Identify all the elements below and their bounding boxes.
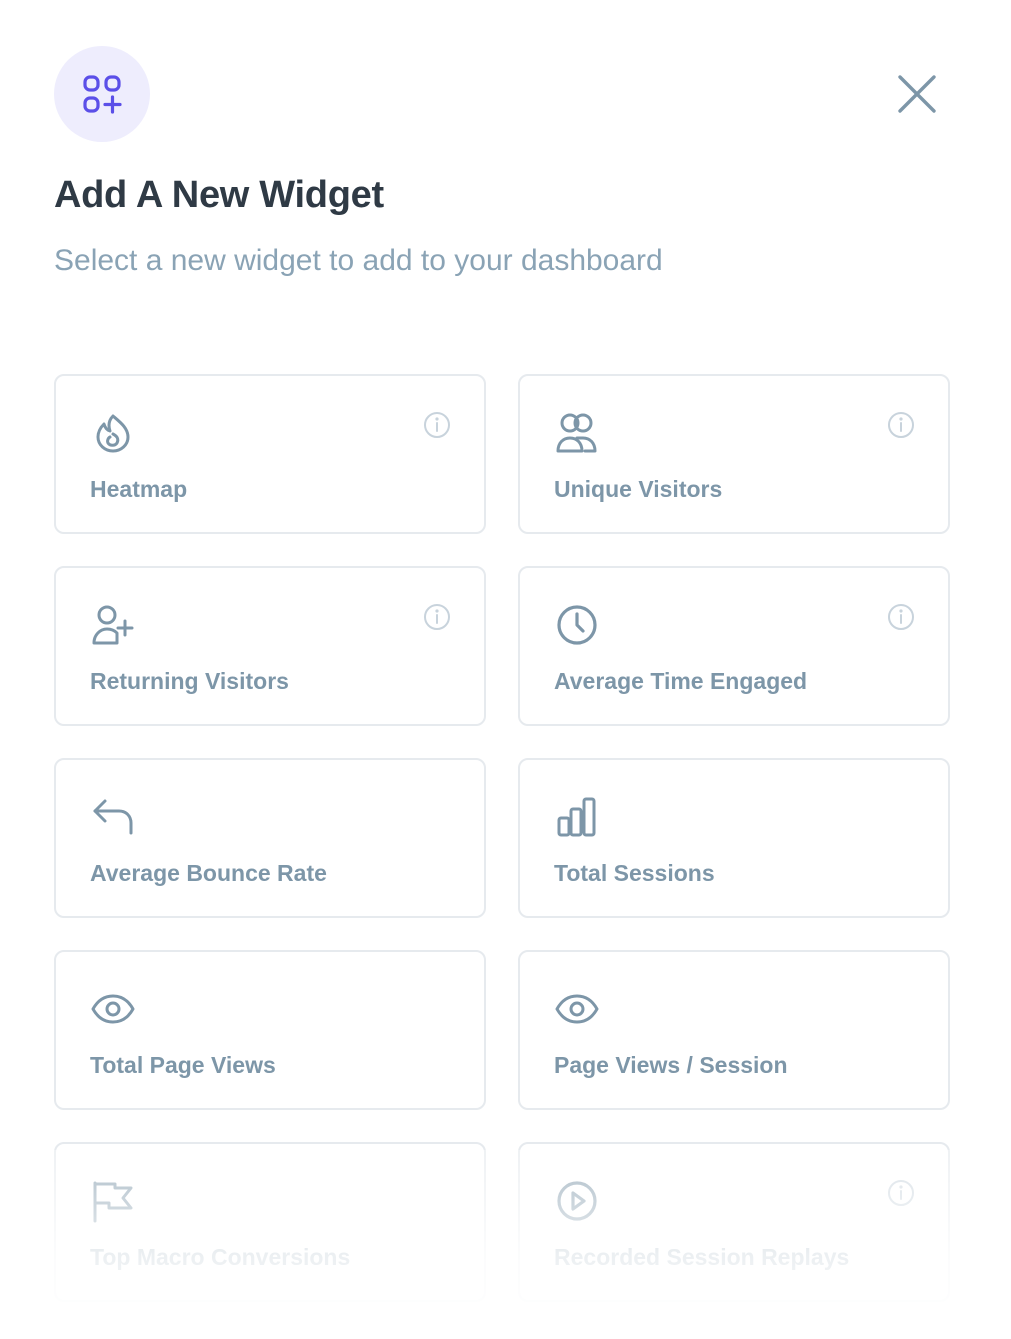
widget-label: Returning Visitors [90, 668, 289, 694]
widget-card-heatmap[interactable]: Heatmap [54, 374, 486, 534]
widget-card-page-views-per-session[interactable]: Page Views / Session [518, 950, 950, 1110]
eye-icon [552, 984, 602, 1034]
user-plus-icon [88, 600, 138, 650]
widget-label: Total Page Views [90, 1052, 276, 1078]
play-circle-icon [552, 1176, 602, 1226]
bar-chart-icon [552, 792, 602, 842]
widget-grid: Heatmap Unique Visitors Returning Visito… [54, 374, 950, 1302]
widget-label: Average Time Engaged [554, 668, 808, 694]
widget-label: Page Views / Session [554, 1052, 788, 1078]
widgets-add-icon [54, 46, 150, 142]
info-icon[interactable] [422, 602, 452, 632]
info-icon[interactable] [422, 410, 452, 440]
widget-card-total-page-views[interactable]: Total Page Views [54, 950, 486, 1110]
reply-arrow-icon [88, 792, 138, 842]
info-icon[interactable] [886, 410, 916, 440]
widget-label: Total Sessions [554, 860, 715, 886]
widget-card-total-sessions[interactable]: Total Sessions [518, 758, 950, 918]
eye-icon [88, 984, 138, 1034]
widget-label: Top Macro Conversions [90, 1244, 351, 1270]
users-icon [552, 408, 602, 458]
widget-card-returning-visitors[interactable]: Returning Visitors [54, 566, 486, 726]
flag-icon [88, 1176, 138, 1226]
widget-label: Heatmap [90, 476, 188, 502]
widget-card-average-bounce-rate[interactable]: Average Bounce Rate [54, 758, 486, 918]
clock-icon [552, 600, 602, 650]
flame-icon [88, 408, 138, 458]
widget-card-average-time-engaged[interactable]: Average Time Engaged [518, 566, 950, 726]
close-icon [898, 75, 936, 113]
widget-label: Average Bounce Rate [90, 860, 327, 886]
info-icon[interactable] [886, 1178, 916, 1208]
page-subtitle: Select a new widget to add to your dashb… [54, 244, 663, 277]
close-button[interactable] [893, 70, 941, 118]
page-title: Add A New Widget [54, 174, 384, 216]
info-icon[interactable] [886, 602, 916, 632]
widget-card-recorded-session-replays[interactable]: Recorded Session Replays [518, 1142, 950, 1302]
widget-card-unique-visitors[interactable]: Unique Visitors [518, 374, 950, 534]
widget-label: Unique Visitors [554, 476, 723, 502]
widget-card-top-macro-conversions[interactable]: Top Macro Conversions [54, 1142, 486, 1302]
widget-label: Recorded Session Replays [554, 1244, 850, 1270]
